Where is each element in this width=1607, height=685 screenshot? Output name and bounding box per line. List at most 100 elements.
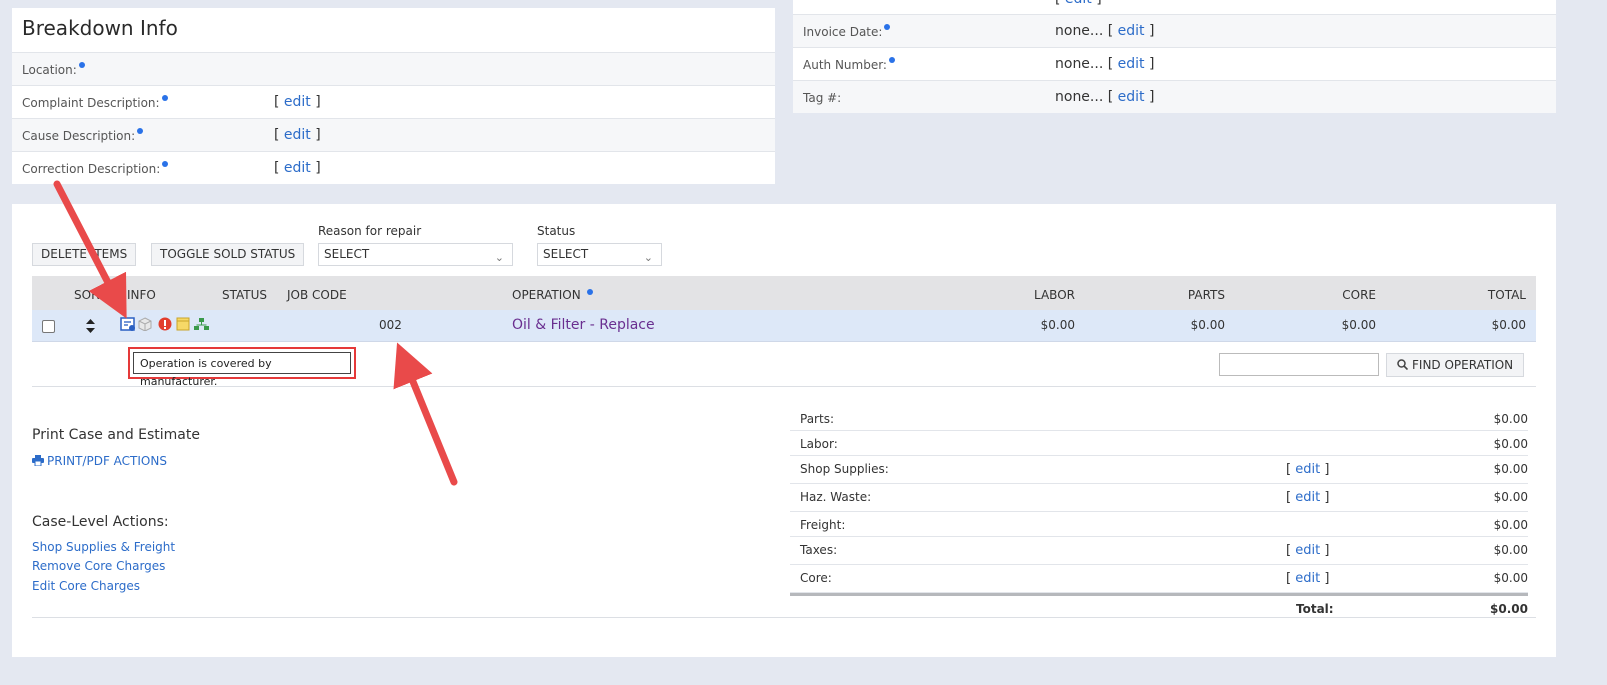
find-operation-input[interactable]: [1219, 353, 1379, 376]
required-dot-icon: [884, 24, 891, 30]
status-label: Status: [537, 224, 576, 238]
operations-table-header: SORT INFO STATUS JOB CODE OPERATION LABO…: [32, 276, 1536, 310]
tag-label: Tag #:: [803, 91, 842, 105]
totals-label: Shop Supplies:: [800, 462, 889, 476]
invoice-date-edit-link[interactable]: edit: [1118, 23, 1145, 39]
hierarchy-icon[interactable]: [194, 317, 209, 331]
invoice-info-panel: [ edit ] Invoice Date: none... [ edit ] …: [793, 0, 1556, 113]
tooltip-text: Operation is covered by manufacturer.: [133, 352, 351, 388]
chevron-down-icon: ⌄: [643, 251, 653, 264]
auth-number-value: none...: [1055, 56, 1104, 72]
location-label: Location:: [22, 63, 77, 77]
tag-edit-link[interactable]: edit: [1118, 89, 1145, 105]
totals-value: $0.00: [1493, 490, 1528, 504]
reason-select-value: SELECT: [324, 247, 370, 261]
case-actions-heading: Case-Level Actions:: [32, 514, 169, 530]
auth-number-row: Auth Number: none... [ edit ]: [793, 47, 1556, 80]
auth-number-edit-link[interactable]: edit: [1118, 56, 1145, 72]
row-total: $0.00: [1491, 318, 1526, 332]
alert-icon[interactable]: [158, 317, 172, 331]
totals-row-labor: Labor: $0.00: [790, 431, 1528, 456]
totals-row-core: Core: [ edit ] $0.00: [790, 565, 1528, 593]
header-total: TOTAL: [1487, 288, 1526, 302]
totals-row-freight: Freight: $0.00: [790, 512, 1528, 537]
totals-label: Haz. Waste:: [800, 490, 872, 504]
shop-supplies-freight-link[interactable]: Shop Supplies & Freight: [32, 540, 175, 554]
totals-value: $0.00: [1493, 437, 1528, 451]
breakdown-title: Breakdown Info: [22, 16, 178, 40]
status-select-value: SELECT: [543, 247, 589, 261]
invoice-date-label: Invoice Date:: [803, 25, 883, 39]
note-icon[interactable]: [176, 317, 190, 331]
complaint-row: Complaint Description: [ edit ]: [12, 85, 775, 118]
correction-row: Correction Description: [ edit ]: [12, 151, 775, 184]
find-operation-button[interactable]: FIND OPERATION: [1386, 353, 1525, 377]
totals-row-shop-supplies: Shop Supplies: [ edit ] $0.00: [790, 456, 1528, 484]
header-job-code: JOB CODE: [287, 288, 347, 302]
divider: [32, 386, 1536, 387]
cause-label: Cause Description:: [22, 129, 136, 143]
row-parts: $0.00: [1190, 318, 1225, 332]
location-row: Location:: [12, 52, 775, 85]
delete-items-button[interactable]: DELETE ITEMS: [32, 243, 137, 266]
row-job-code: 002: [379, 318, 402, 332]
totals-value: $0.00: [1493, 571, 1528, 585]
haz-waste-edit-link[interactable]: edit: [1295, 490, 1320, 505]
required-dot-icon: [586, 289, 593, 295]
row-core: $0.00: [1341, 318, 1376, 332]
table-row: 002 Oil & Filter - Replace $0.00 $0.00 $…: [32, 310, 1536, 342]
totals-row-parts: Parts: $0.00: [790, 406, 1528, 431]
sort-handle-icon[interactable]: [86, 319, 95, 333]
print-pdf-actions-link[interactable]: PRINT/PDF ACTIONS: [32, 454, 167, 468]
totals-row-grand-total: Total: $0.00: [790, 593, 1528, 617]
totals-label: Taxes:: [800, 543, 838, 557]
row-operation-link[interactable]: Oil & Filter - Replace: [512, 317, 655, 333]
search-icon: [1397, 358, 1409, 370]
header-labor: LABOR: [1034, 288, 1075, 302]
header-status: STATUS: [222, 288, 268, 302]
totals-value: $0.00: [1493, 412, 1528, 426]
tag-row: Tag #: none... [ edit ]: [793, 80, 1556, 113]
required-dot-icon: [888, 57, 895, 63]
breakdown-info-panel: Breakdown Info Location: Complaint Descr…: [12, 8, 775, 184]
remove-core-charges-link[interactable]: Remove Core Charges: [32, 559, 165, 573]
totals-label: Parts:: [800, 412, 834, 426]
correction-label: Correction Description:: [22, 162, 161, 176]
header-sort[interactable]: SORT: [74, 288, 106, 302]
status-select[interactable]: SELECT ⌄: [537, 243, 662, 266]
grand-total-label: Total:: [1296, 602, 1334, 616]
toggle-sold-status-button[interactable]: TOGGLE SOLD STATUS: [151, 243, 305, 266]
reason-select[interactable]: SELECT ⌄: [318, 243, 513, 266]
edit-core-charges-link[interactable]: Edit Core Charges: [32, 579, 140, 593]
header-info: INFO: [127, 288, 156, 302]
totals-value: $0.00: [1493, 462, 1528, 476]
core-edit-link[interactable]: edit: [1295, 571, 1320, 586]
reason-label: Reason for repair: [318, 224, 422, 238]
required-dot-icon: [78, 62, 85, 68]
tag-value: none...: [1055, 89, 1104, 105]
totals-label: Core:: [800, 571, 832, 585]
operations-panel: DELETE ITEMS TOGGLE SOLD STATUS Reason f…: [12, 204, 1556, 657]
totals-label: Freight:: [800, 518, 846, 532]
totals-value: $0.00: [1493, 543, 1528, 557]
parts-box-icon[interactable]: [138, 317, 152, 331]
shop-supplies-edit-link[interactable]: edit: [1295, 462, 1320, 477]
divider: [32, 617, 1536, 618]
taxes-edit-link[interactable]: edit: [1295, 543, 1320, 558]
correction-edit-link[interactable]: edit: [284, 160, 311, 176]
header-parts: PARTS: [1187, 288, 1225, 302]
totals-row-taxes: Taxes: [ edit ] $0.00: [790, 537, 1528, 565]
required-dot-icon: [162, 161, 169, 167]
row-checkbox[interactable]: [42, 320, 55, 333]
cut-off-edit-link[interactable]: edit: [1065, 0, 1092, 7]
complaint-edit-link[interactable]: edit: [284, 94, 311, 110]
cause-edit-link[interactable]: edit: [284, 127, 311, 143]
cause-row: Cause Description: [ edit ]: [12, 118, 775, 151]
grand-total-value: $0.00: [1490, 602, 1528, 616]
invoice-date-row: Invoice Date: none... [ edit ]: [793, 14, 1556, 47]
totals-label: Labor:: [800, 437, 838, 451]
find-operation-label: FIND OPERATION: [1412, 357, 1514, 372]
manufacturer-coverage-icon[interactable]: [120, 317, 136, 332]
auth-number-label: Auth Number:: [803, 58, 887, 72]
complaint-label: Complaint Description:: [22, 96, 160, 110]
